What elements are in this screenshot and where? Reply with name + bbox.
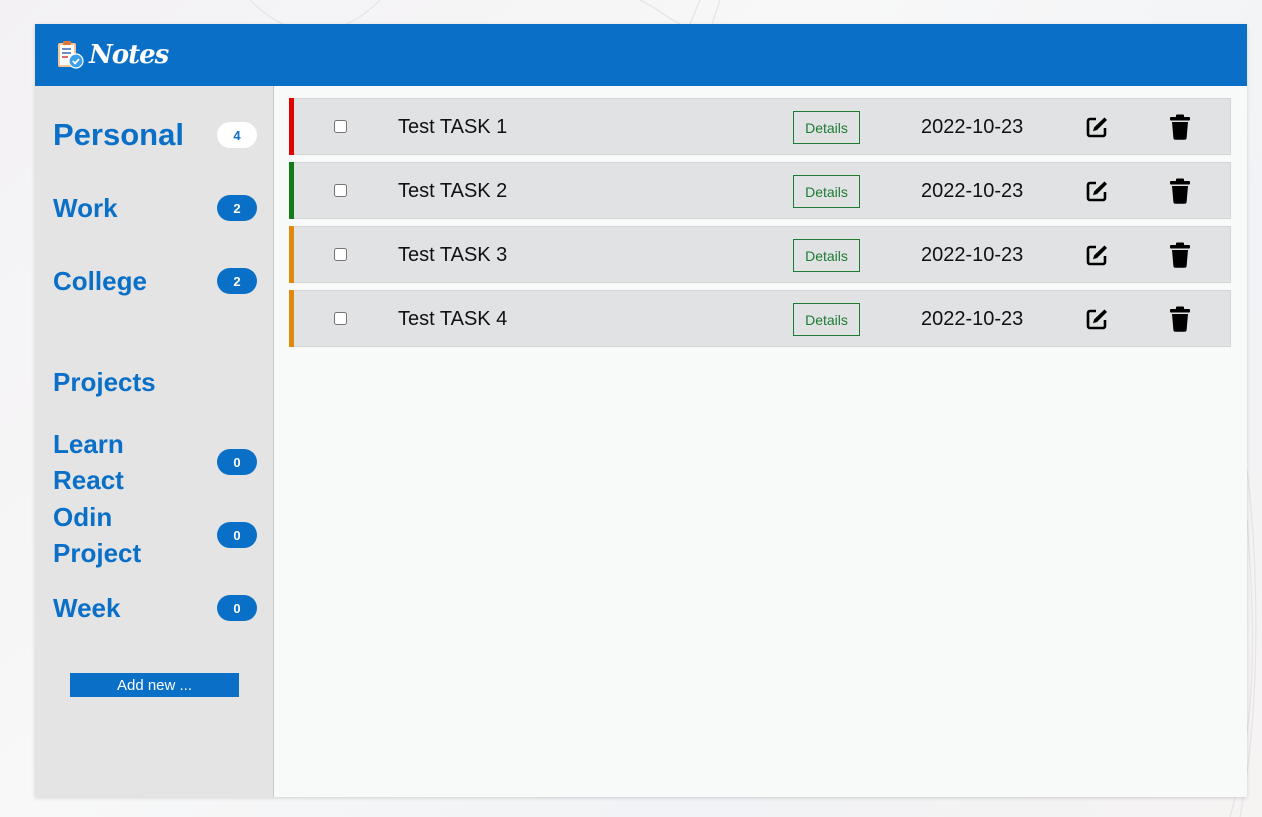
count-badge: 4	[217, 122, 257, 148]
task-title: Test TASK 1	[398, 116, 508, 138]
task-row: Test TASK 4 Details 2022-10-23	[289, 290, 1231, 347]
count-badge: 0	[217, 595, 257, 621]
task-title: Test TASK 2	[398, 180, 508, 202]
edit-icon[interactable]	[1085, 243, 1109, 267]
priority-indicator	[289, 98, 294, 155]
app-title: Notes	[89, 40, 169, 70]
task-row: Test TASK 1 Details 2022-10-23	[289, 98, 1231, 155]
trash-icon[interactable]	[1169, 178, 1191, 204]
task-title: Test TASK 3	[398, 244, 508, 266]
task-row: Test TASK 2 Details 2022-10-23	[289, 162, 1231, 219]
sidebar-item-label: Week	[53, 593, 121, 623]
sidebar-item-label: Learn React	[53, 429, 124, 495]
app-window: Notes Personal 4 Work 2 College 2 Projec…	[35, 24, 1247, 797]
sidebar-item-label: Work	[53, 193, 118, 223]
trash-icon[interactable]	[1169, 242, 1191, 268]
sidebar-item-week[interactable]: Week 0	[53, 590, 257, 626]
task-date: 2022-10-23	[921, 180, 1024, 202]
sidebar-item-learn-react[interactable]: Learn React 0	[53, 426, 257, 498]
add-new-button[interactable]: Add new ...	[70, 673, 239, 697]
task-checkbox[interactable]	[334, 312, 347, 325]
count-badge: 0	[217, 522, 257, 548]
priority-indicator	[289, 226, 294, 283]
priority-indicator	[289, 290, 294, 347]
priority-indicator	[289, 162, 294, 219]
details-button[interactable]: Details	[793, 111, 860, 144]
sidebar-item-work[interactable]: Work 2	[53, 190, 257, 226]
task-checkbox[interactable]	[334, 184, 347, 197]
sidebar-item-odin-project[interactable]: Odin Project 0	[53, 499, 257, 571]
sidebar-item-label: Personal	[53, 117, 184, 152]
task-date: 2022-10-23	[921, 308, 1024, 330]
edit-icon[interactable]	[1085, 307, 1109, 331]
edit-icon[interactable]	[1085, 115, 1109, 139]
task-row: Test TASK 3 Details 2022-10-23	[289, 226, 1231, 283]
sidebar-item-label: Odin Project	[53, 502, 142, 568]
count-badge: 0	[217, 449, 257, 475]
projects-heading: Projects	[53, 367, 156, 397]
details-button[interactable]: Details	[793, 239, 860, 272]
task-date: 2022-10-23	[921, 116, 1024, 138]
count-badge: 2	[217, 195, 257, 221]
sidebar: Personal 4 Work 2 College 2 Projects Lea…	[35, 86, 274, 797]
sidebar-item-personal[interactable]: Personal 4	[53, 117, 257, 153]
task-checkbox[interactable]	[334, 248, 347, 261]
task-title: Test TASK 4	[398, 308, 508, 330]
details-button[interactable]: Details	[793, 175, 860, 208]
sidebar-item-label: College	[53, 266, 147, 296]
notepad-check-icon	[56, 40, 84, 70]
trash-icon[interactable]	[1169, 114, 1191, 140]
count-badge: 2	[217, 268, 257, 294]
edit-icon[interactable]	[1085, 179, 1109, 203]
task-date: 2022-10-23	[921, 244, 1024, 266]
trash-icon[interactable]	[1169, 306, 1191, 332]
sidebar-item-college[interactable]: College 2	[53, 263, 257, 299]
details-button[interactable]: Details	[793, 303, 860, 336]
task-checkbox[interactable]	[334, 120, 347, 133]
top-bar: Notes	[35, 24, 1247, 86]
